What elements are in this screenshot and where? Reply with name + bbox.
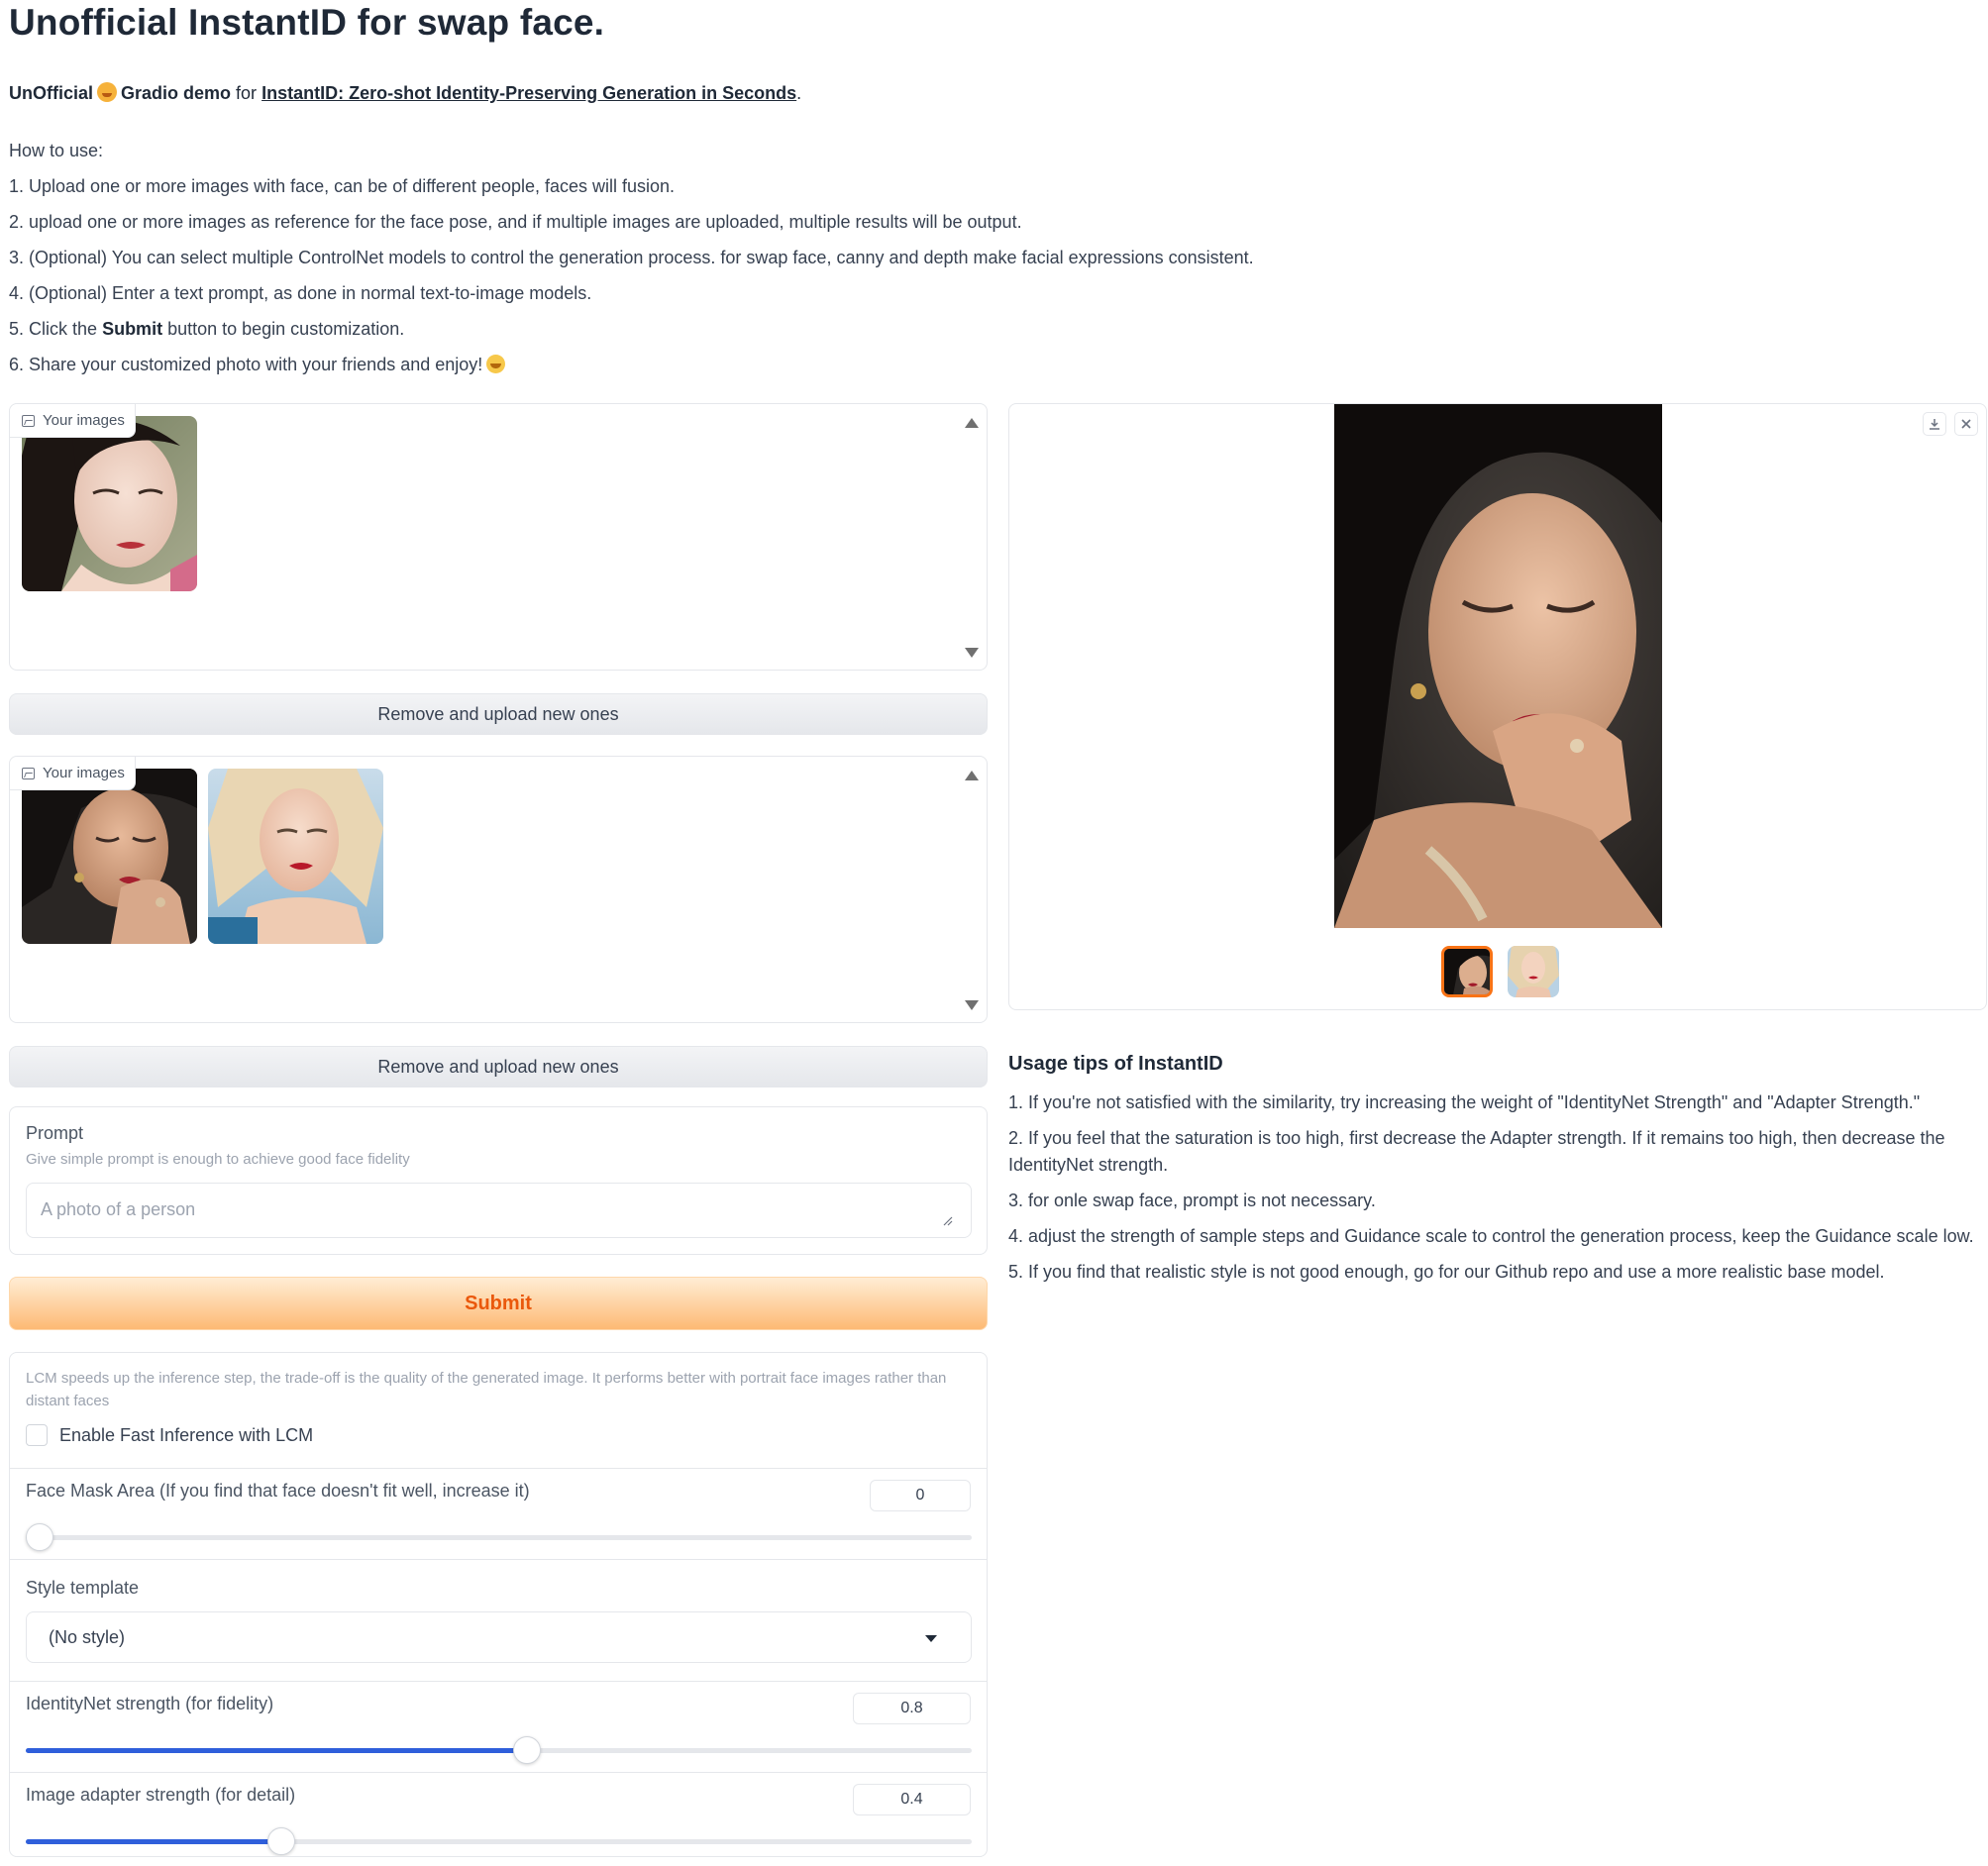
prompt-label: Prompt: [26, 1123, 84, 1143]
tips-list: 1. If you're not satisfied with the simi…: [1008, 1089, 1984, 1295]
tips-title: Usage tips of InstantID: [1008, 1053, 1223, 1075]
howto-step-5: 5. Click the Submit button to begin cust…: [9, 311, 1254, 347]
howto-step-5-a: 5. Click the: [9, 319, 98, 339]
intro-for: for: [236, 83, 258, 103]
prompt-input[interactable]: [26, 1183, 972, 1238]
howto-heading: How to use:: [9, 141, 104, 160]
adapter-block: Image adapter strength (for detail) 0.4: [10, 1773, 987, 1856]
tip-item: 5. If you find that realistic style is n…: [1008, 1262, 1885, 1282]
slider-knob[interactable]: [513, 1736, 541, 1764]
scroll-up-arrow[interactable]: [965, 418, 979, 428]
howto-step-6-text: 6. Share your customized photo with your…: [9, 355, 483, 374]
how-to-use: How to use: 1. Upload one or more images…: [9, 133, 1254, 382]
tip-item: 3. for onle swap face, prompt is not nec…: [1008, 1191, 1376, 1210]
slider-fill: [26, 1839, 281, 1844]
identitynet-slider[interactable]: [26, 1736, 972, 1764]
face-mask-block: Face Mask Area (If you find that face do…: [10, 1469, 987, 1560]
identitynet-number[interactable]: 0.8: [853, 1693, 971, 1724]
style-selected: (No style): [49, 1626, 126, 1647]
slider-fill: [26, 1748, 527, 1753]
face-mask-number[interactable]: 0: [870, 1480, 971, 1511]
prompt-info: Give simple prompt is enough to achieve …: [26, 1151, 410, 1168]
face-mask-slider[interactable]: [26, 1523, 972, 1551]
remove-pose-images-button[interactable]: Remove and upload new ones: [9, 1046, 988, 1088]
identitynet-label: IdentityNet strength (for fidelity): [26, 1694, 274, 1713]
paper-link[interactable]: InstantID: Zero-shot Identity-Preserving…: [262, 83, 796, 103]
gallery-label-text: Your images: [43, 412, 125, 429]
scroll-down-arrow[interactable]: [965, 1000, 979, 1010]
howto-step-3: 3. (Optional) You can select multiple Co…: [9, 248, 1254, 267]
close-icon[interactable]: [1954, 412, 1978, 436]
style-label: Style template: [26, 1578, 140, 1598]
output-thumbnail-selected[interactable]: [1441, 946, 1493, 997]
chevron-down-icon: [925, 1635, 937, 1642]
lcm-info: LCM speeds up the inference step, the tr…: [26, 1370, 947, 1409]
scroll-up-arrow[interactable]: [965, 771, 979, 780]
style-dropdown[interactable]: (No style): [26, 1611, 972, 1663]
smile-icon: [486, 355, 506, 373]
identitynet-block: IdentityNet strength (for fidelity) 0.8: [10, 1682, 987, 1773]
face-mask-label: Face Mask Area (If you find that face do…: [26, 1481, 530, 1501]
pose-image-thumbnail[interactable]: [22, 769, 197, 944]
image-icon: [22, 414, 35, 427]
pose-images-gallery[interactable]: Your images: [9, 756, 988, 1023]
face-image-thumbnail[interactable]: [22, 416, 197, 591]
howto-step-5-c: button to begin customization.: [167, 319, 405, 339]
adapter-number[interactable]: 0.4: [853, 1784, 971, 1815]
lcm-checkbox-label: Enable Fast Inference with LCM: [59, 1424, 314, 1445]
image-icon: [22, 767, 35, 779]
intro-suffix: .: [796, 83, 802, 103]
lcm-block: LCM speeds up the inference step, the tr…: [10, 1353, 987, 1469]
page-title: Unofficial InstantID for swap face.: [9, 2, 605, 43]
howto-step-4: 4. (Optional) Enter a text prompt, as do…: [9, 283, 592, 303]
intro-line: UnOfficial Gradio demo for InstantID: Zer…: [9, 81, 801, 105]
style-block: Style template (No style): [10, 1560, 987, 1682]
download-icon[interactable]: [1923, 412, 1946, 436]
settings-panel: LCM speeds up the inference step, the tr…: [9, 1352, 988, 1857]
howto-step-6: 6. Share your customized photo with your…: [9, 347, 1254, 382]
face-images-gallery[interactable]: Your images: [9, 403, 988, 671]
output-thumbnail[interactable]: [1508, 946, 1559, 997]
tip-item: 2. If you feel that the saturation is to…: [1008, 1128, 1945, 1175]
output-image[interactable]: [1334, 404, 1662, 928]
gallery-label-text: Your images: [43, 765, 125, 781]
submit-button[interactable]: Submit: [9, 1277, 988, 1330]
howto-step-5-b: Submit: [102, 319, 163, 339]
gallery-label: Your images: [10, 757, 136, 790]
tip-item: 4. adjust the strength of sample steps a…: [1008, 1226, 1974, 1246]
tip-item: 1. If you're not satisfied with the simi…: [1008, 1092, 1921, 1112]
howto-step-1: 1. Upload one or more images with face, …: [9, 176, 676, 196]
intro-gradio: Gradio demo: [121, 83, 232, 103]
output-gallery[interactable]: [1008, 403, 1987, 1010]
lcm-checkbox-row[interactable]: Enable Fast Inference with LCM: [26, 1424, 313, 1446]
howto-step-2: 2. upload one or more images as referenc…: [9, 212, 1022, 232]
gallery-label: Your images: [10, 404, 136, 438]
remove-face-images-button[interactable]: Remove and upload new ones: [9, 693, 988, 735]
lcm-checkbox[interactable]: [26, 1424, 48, 1446]
scroll-down-arrow[interactable]: [965, 648, 979, 658]
resize-handle-icon[interactable]: [943, 1216, 953, 1226]
intro-prefix: UnOfficial: [9, 83, 94, 103]
prompt-section: Prompt Give simple prompt is enough to a…: [9, 1106, 988, 1255]
slider-knob[interactable]: [267, 1827, 295, 1855]
adapter-slider[interactable]: [26, 1827, 972, 1855]
adapter-label: Image adapter strength (for detail): [26, 1785, 296, 1805]
slider-knob[interactable]: [26, 1523, 53, 1551]
pose-image-thumbnail[interactable]: [208, 769, 383, 944]
hugging-face-icon: [97, 82, 118, 102]
